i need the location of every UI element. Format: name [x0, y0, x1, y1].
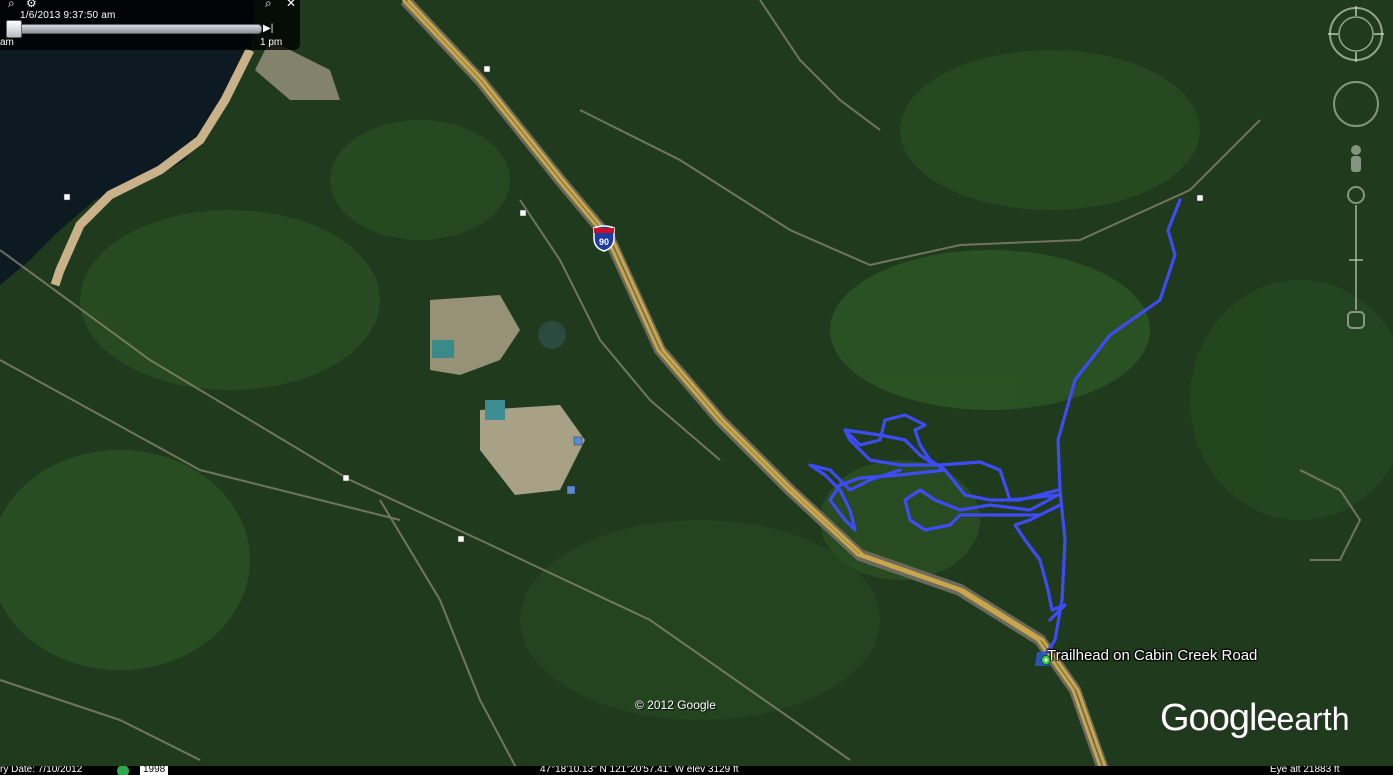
time-slider-date: 1/6/2013 9:37:50 am	[20, 10, 116, 21]
navigation-controls[interactable]	[1318, 0, 1393, 340]
logo-earth: earth	[1276, 701, 1350, 737]
time-slider-start-label: am	[0, 37, 14, 48]
skip-forward-icon[interactable]: ▶|	[263, 23, 273, 34]
time-slider-end-label: 1 pm	[260, 37, 283, 48]
logo-google: Google	[1160, 697, 1278, 739]
interstate-number: 90	[599, 237, 609, 247]
time-slider-handle[interactable]	[6, 20, 23, 38]
imagery-date: ry Date: 7/10/2012	[0, 766, 83, 775]
zoom-icon[interactable]: ⌕	[265, 0, 272, 11]
close-icon[interactable]: ✕	[286, 0, 296, 10]
time-slider-track[interactable]	[8, 24, 262, 34]
zoom-slider[interactable]	[1347, 186, 1365, 329]
interstate-shield-icon: 90	[593, 225, 615, 252]
time-slider[interactable]: ⌕ ⚙ ⌕ ✕ 1/6/2013 9:37:50 am ▶| am 1 pm	[0, 0, 300, 50]
look-joystick-icon[interactable]	[1333, 81, 1379, 127]
street-view-pegman-icon[interactable]	[1351, 145, 1361, 172]
google-earth-logo: Googleearth	[1160, 697, 1349, 740]
compass-icon[interactable]	[1328, 6, 1384, 62]
zoom-icon[interactable]: ⌕	[8, 0, 15, 11]
copyright-notice: © 2012 Google	[635, 698, 716, 712]
settings-icon[interactable]: ⚙	[26, 0, 37, 10]
placemark-label[interactable]: Trailhead on Cabin Creek Road	[1047, 647, 1257, 664]
status-bar: ry Date: 7/10/2012 1998 47°18'10.13" N 1…	[0, 766, 1393, 775]
coordinates-readout: 47°18'10.13" N 121°20'57.41" W elev 3129…	[540, 766, 739, 775]
historical-imagery-icon[interactable]	[117, 766, 129, 775]
eye-altitude: Eye alt 21883 ft	[1270, 766, 1340, 775]
imagery-year[interactable]: 1998	[140, 766, 169, 775]
